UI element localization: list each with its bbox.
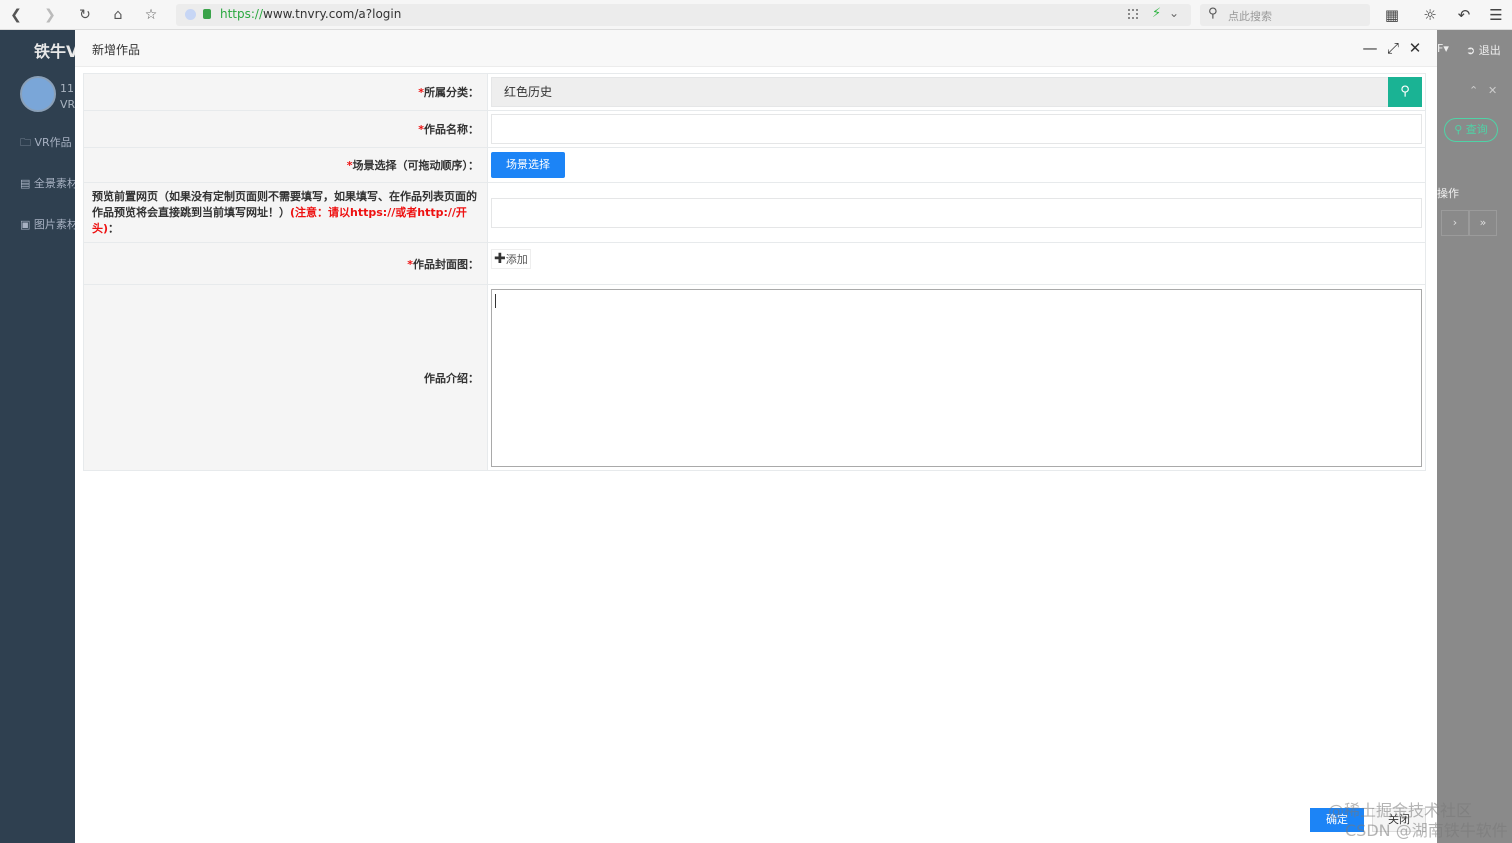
user-name: 11	[60, 82, 74, 95]
qr-code-icon[interactable]	[1128, 9, 1138, 19]
watermark-csdn: CSDN @湖南铁牛软件	[1345, 821, 1508, 840]
minimize-icon[interactable]: —	[1361, 39, 1379, 57]
column-header-operation: 操作	[1437, 187, 1459, 200]
modal-title: 新增作品	[92, 43, 141, 57]
browser-toolbar: ❮ ❯ ↻ ⌂ ☆ https://www.tnvry.com/a?login …	[0, 0, 1512, 30]
url-text: https://www.tnvry.com/a?login	[220, 7, 402, 21]
forward-icon[interactable]: ❯	[40, 5, 60, 25]
modal-header: 新增作品 — ⤢ ✕	[75, 30, 1437, 67]
undo-icon[interactable]: ↶	[1452, 6, 1476, 24]
sidebar-item-images[interactable]: ▣ 图片素材	[20, 216, 75, 232]
plus-icon: ✚	[494, 251, 506, 267]
back-icon[interactable]: ❮	[6, 5, 26, 25]
preview-url-label: 预览前置网页（如果没有定制页面则不需要填写，如果填写、在作品列表页面的作品预览将…	[83, 182, 488, 243]
avatar[interactable]	[20, 76, 56, 112]
cover-label: *作品封面图：	[83, 242, 488, 285]
scene-label: *场景选择（可拖动顺序）：	[83, 147, 488, 183]
category-field[interactable]: 红色历史 ⚲	[491, 77, 1422, 107]
maximize-icon[interactable]: ⤢	[1384, 39, 1402, 57]
menu-icon[interactable]: ☰	[1487, 6, 1505, 24]
home-icon[interactable]: ⌂	[108, 5, 128, 25]
query-label: 查询	[1465, 123, 1488, 136]
search-icon: ⚲	[1208, 6, 1218, 21]
reload-icon[interactable]: ↻	[75, 5, 95, 25]
sidebar-item-label: 全景素材	[33, 177, 75, 190]
close-icon[interactable]: ✕	[1488, 84, 1497, 97]
intro-label: 作品介绍：	[83, 284, 488, 471]
logout-label: 退出	[1478, 44, 1501, 57]
brightness-icon[interactable]: ☼	[1421, 6, 1439, 24]
scene-select-button[interactable]: 场景选择	[491, 152, 565, 178]
logout-link[interactable]: ➲ 退出	[1466, 42, 1501, 58]
browser-search-input[interactable]: ⚲ 点此搜索	[1200, 4, 1370, 26]
address-bar[interactable]: https://www.tnvry.com/a?login ⚡ ⌄	[176, 4, 1191, 26]
shield-icon	[185, 9, 196, 20]
intro-textarea[interactable]	[491, 288, 1422, 467]
close-icon[interactable]: ✕	[1406, 39, 1424, 57]
add-work-modal: 新增作品 — ⤢ ✕ *所属分类： 红色历史 ⚲ *作品名称： *场景选择（可拖…	[75, 30, 1437, 843]
sidebar: 铁牛VR 11 VR 🗀 VR作品 ▤ 全景素材 ▣ 图片素材	[0, 30, 75, 843]
category-label: *所属分类：	[83, 73, 488, 111]
add-cover-button[interactable]: ✚添加	[491, 249, 531, 269]
lock-icon	[203, 9, 211, 19]
query-button[interactable]: ⚲ 查询	[1444, 118, 1498, 142]
grid-icon[interactable]: ▦	[1383, 6, 1401, 24]
sidebar-item-label: VR作品	[34, 136, 72, 149]
header-dropdown[interactable]: F▾	[1437, 42, 1449, 55]
category-search-button[interactable]: ⚲	[1388, 77, 1422, 107]
sidebar-item-label: 图片素材	[33, 218, 75, 231]
work-name-input[interactable]	[491, 114, 1422, 144]
sidebar-item-vr-works[interactable]: 🗀 VR作品	[20, 134, 75, 153]
name-label: *作品名称：	[83, 110, 488, 148]
work-form: *所属分类： 红色历史 ⚲ *作品名称： *场景选择（可拖动顺序）： 场景选择 …	[83, 73, 1426, 471]
search-icon: ⚲	[1400, 84, 1410, 99]
chevron-down-icon[interactable]: ⌄	[1169, 6, 1179, 20]
pager-next[interactable]: ›	[1441, 210, 1469, 236]
star-icon[interactable]: ☆	[141, 5, 161, 25]
category-input[interactable]: 红色历史	[491, 77, 1422, 107]
search-placeholder: 点此搜索	[1228, 10, 1272, 23]
pager-last[interactable]: »	[1469, 210, 1497, 236]
brand-logo: 铁牛VR	[34, 42, 75, 61]
collapse-icon[interactable]: ⌃	[1469, 84, 1478, 97]
sidebar-item-panorama[interactable]: ▤ 全景素材	[20, 175, 75, 191]
lightning-icon[interactable]: ⚡	[1152, 6, 1161, 21]
preview-url-input[interactable]	[491, 197, 1422, 228]
background-content	[1437, 30, 1512, 843]
user-role: VR	[60, 98, 76, 111]
